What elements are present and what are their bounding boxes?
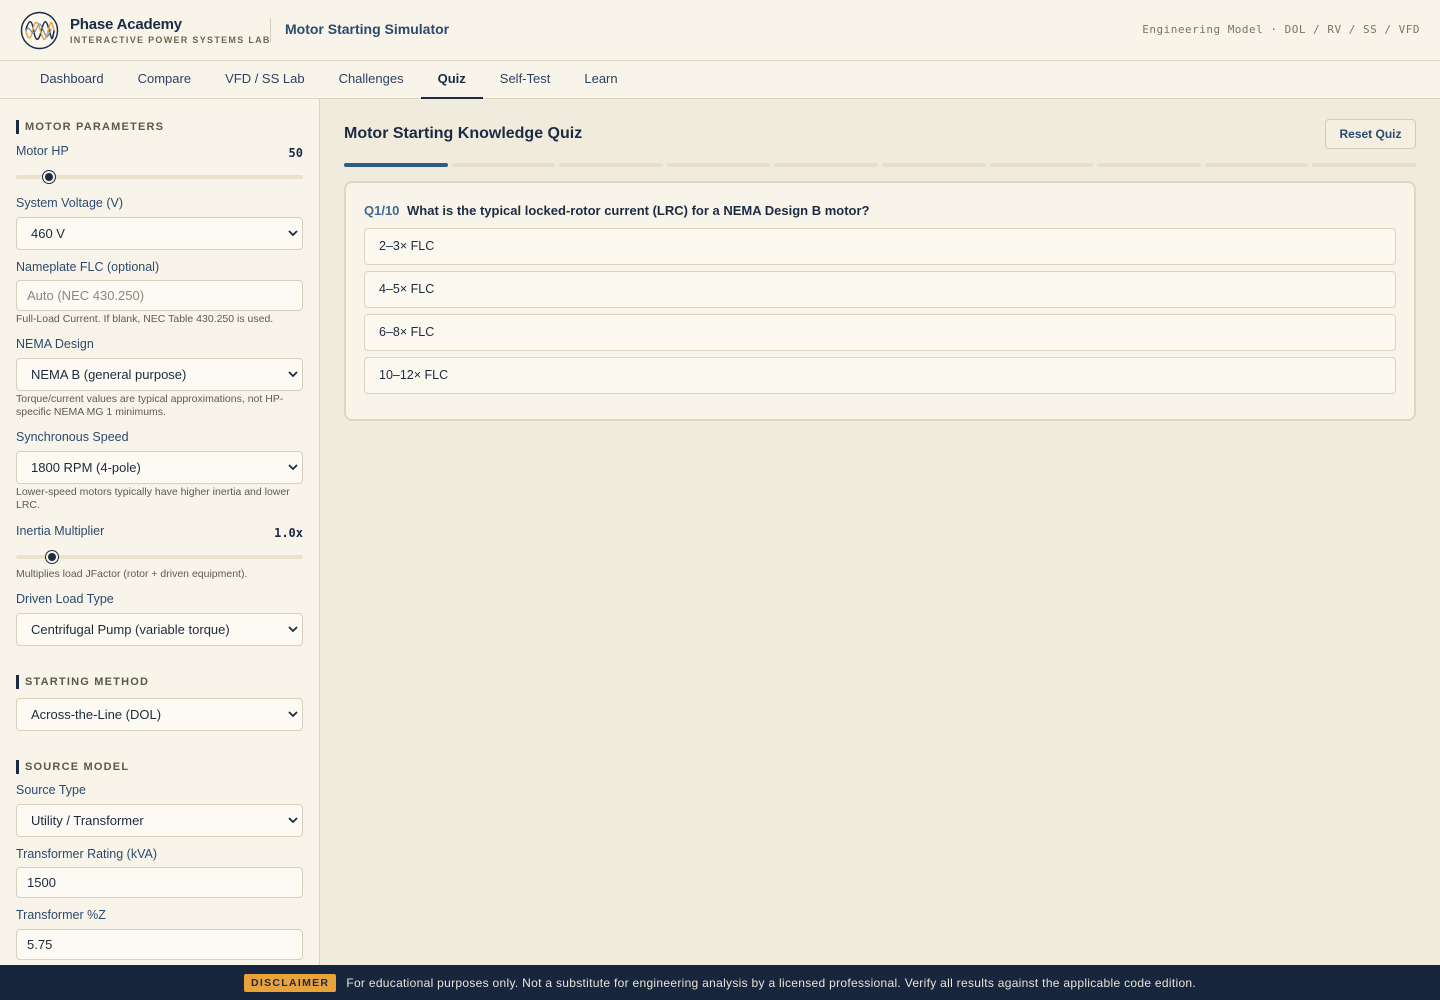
answer-option[interactable]: 2–3× FLC xyxy=(364,228,1396,265)
answer-option[interactable]: 6–8× FLC xyxy=(364,314,1396,351)
nema-design-label: NEMA Design xyxy=(16,337,94,351)
tab-compare[interactable]: Compare xyxy=(121,61,208,98)
transformer-kva-label: Transformer Rating (kVA) xyxy=(16,847,158,861)
chevron-down-icon xyxy=(288,464,298,471)
driven-load-value: Centrifugal Pump (variable torque) xyxy=(31,622,230,637)
progress-segment xyxy=(774,163,878,167)
quiz-title: Motor Starting Knowledge Quiz xyxy=(344,125,583,142)
tab-vfd-ss-lab[interactable]: VFD / SS Lab xyxy=(208,61,321,98)
progress-segment xyxy=(666,163,771,167)
tab-learn[interactable]: Learn xyxy=(567,61,634,98)
motor-hp-value: 50 xyxy=(288,146,303,160)
inertia-label: Inertia Multiplier xyxy=(16,524,105,538)
sync-speed-label: Synchronous Speed xyxy=(16,430,129,444)
reset-quiz-button[interactable]: Reset Quiz xyxy=(1325,119,1416,149)
motor-hp-slider[interactable] xyxy=(16,175,303,179)
driven-load-label: Driven Load Type xyxy=(16,592,114,606)
progress-segment xyxy=(881,163,986,167)
nema-design-select[interactable]: NEMA B (general purpose) xyxy=(16,358,303,391)
section-title-source-model: SOURCE MODEL xyxy=(16,760,129,774)
tab-dashboard[interactable]: Dashboard xyxy=(23,61,121,98)
starting-method-select[interactable]: Across-the-Line (DOL) xyxy=(16,698,303,731)
quiz-progress-bar xyxy=(344,163,1416,167)
inertia-value: 1.0x xyxy=(274,526,303,540)
section-title-motor-parameters: MOTOR PARAMETERS xyxy=(16,120,164,134)
tab-quiz[interactable]: Quiz xyxy=(420,61,483,99)
progress-segment xyxy=(1204,163,1309,167)
parameters-sidebar: MOTOR PARAMETERS Motor HP 50 System Volt… xyxy=(0,99,320,965)
source-type-label: Source Type xyxy=(16,783,86,797)
sync-speed-select[interactable]: 1800 RPM (4-pole) xyxy=(16,451,303,484)
disclaimer-badge: DISCLAIMER xyxy=(243,973,337,992)
progress-segment xyxy=(344,163,448,167)
inertia-slider-thumb[interactable] xyxy=(45,551,58,563)
progress-segment xyxy=(1312,163,1416,167)
answer-option[interactable]: 10–12× FLC xyxy=(364,357,1396,394)
driven-load-select[interactable]: Centrifugal Pump (variable torque) xyxy=(16,613,303,646)
brand-name: Phase Academy xyxy=(70,16,182,33)
nameplate-flc-input[interactable]: Auto (NEC 430.250) xyxy=(16,280,303,311)
brand: Phase Academy INTERACTIVE POWER SYSTEMS … xyxy=(70,16,271,46)
transformer-kva-input[interactable]: 1500 xyxy=(16,867,303,898)
chevron-down-icon xyxy=(288,626,298,633)
chevron-down-icon xyxy=(288,711,298,718)
source-type-value: Utility / Transformer xyxy=(31,813,144,828)
starting-method-value: Across-the-Line (DOL) xyxy=(31,707,162,722)
app-title: Motor Starting Simulator xyxy=(285,21,450,37)
phase-academy-logo-icon xyxy=(20,11,59,50)
system-voltage-label: System Voltage (V) xyxy=(16,196,123,210)
question-number: Q1/10 xyxy=(364,203,400,218)
source-type-select[interactable]: Utility / Transformer xyxy=(16,804,303,837)
header-divider xyxy=(270,18,271,42)
nameplate-flc-label: Nameplate FLC (optional) xyxy=(16,260,160,274)
system-voltage-value: 460 V xyxy=(31,226,65,241)
progress-segment xyxy=(451,163,556,167)
progress-segment xyxy=(1097,163,1201,167)
disclaimer-text: For educational purposes only. Not a sub… xyxy=(346,975,1197,990)
transformer-z-label: Transformer %Z xyxy=(16,908,106,922)
progress-segment xyxy=(559,163,663,167)
model-info: Engineering Model · DOL / RV / SS / VFD xyxy=(1142,23,1420,36)
sync-speed-value: 1800 RPM (4-pole) xyxy=(31,460,141,475)
tab-challenges[interactable]: Challenges xyxy=(322,61,421,98)
motor-hp-slider-thumb[interactable] xyxy=(43,171,55,183)
nema-design-value: NEMA B (general purpose) xyxy=(31,367,187,382)
transformer-z-input[interactable]: 5.75 xyxy=(16,929,303,960)
main-nav: Dashboard Compare VFD / SS Lab Challenge… xyxy=(0,61,1440,99)
nameplate-flc-hint: Full-Load Current. If blank, NEC Table 4… xyxy=(16,313,274,325)
chevron-down-icon xyxy=(288,230,298,237)
tab-self-test[interactable]: Self-Test xyxy=(483,61,568,98)
question-card: Q1/10 What is the typical locked-rotor c… xyxy=(344,181,1416,421)
system-voltage-select[interactable]: 460 V xyxy=(16,217,303,250)
section-title-starting-method: STARTING METHOD xyxy=(16,675,149,689)
motor-hp-label: Motor HP xyxy=(16,144,69,158)
inertia-hint: Multiplies load JFactor (rotor + driven … xyxy=(16,568,248,580)
app-header: Phase Academy INTERACTIVE POWER SYSTEMS … xyxy=(0,0,1440,61)
sync-speed-hint: Lower-speed motors typically have higher… xyxy=(16,486,290,511)
quiz-panel: Motor Starting Knowledge Quiz Reset Quiz… xyxy=(320,99,1440,965)
nema-design-hint: Torque/current values are typical approx… xyxy=(16,393,284,418)
question-text: What is the typical locked-rotor current… xyxy=(407,203,870,218)
inertia-slider[interactable] xyxy=(16,555,303,559)
disclaimer-bar: DISCLAIMER For educational purposes only… xyxy=(0,965,1440,1000)
chevron-down-icon xyxy=(288,371,298,378)
chevron-down-icon xyxy=(288,817,298,824)
progress-segment xyxy=(989,163,1094,167)
brand-subtitle: INTERACTIVE POWER SYSTEMS LAB xyxy=(70,35,271,45)
answer-option[interactable]: 4–5× FLC xyxy=(364,271,1396,308)
